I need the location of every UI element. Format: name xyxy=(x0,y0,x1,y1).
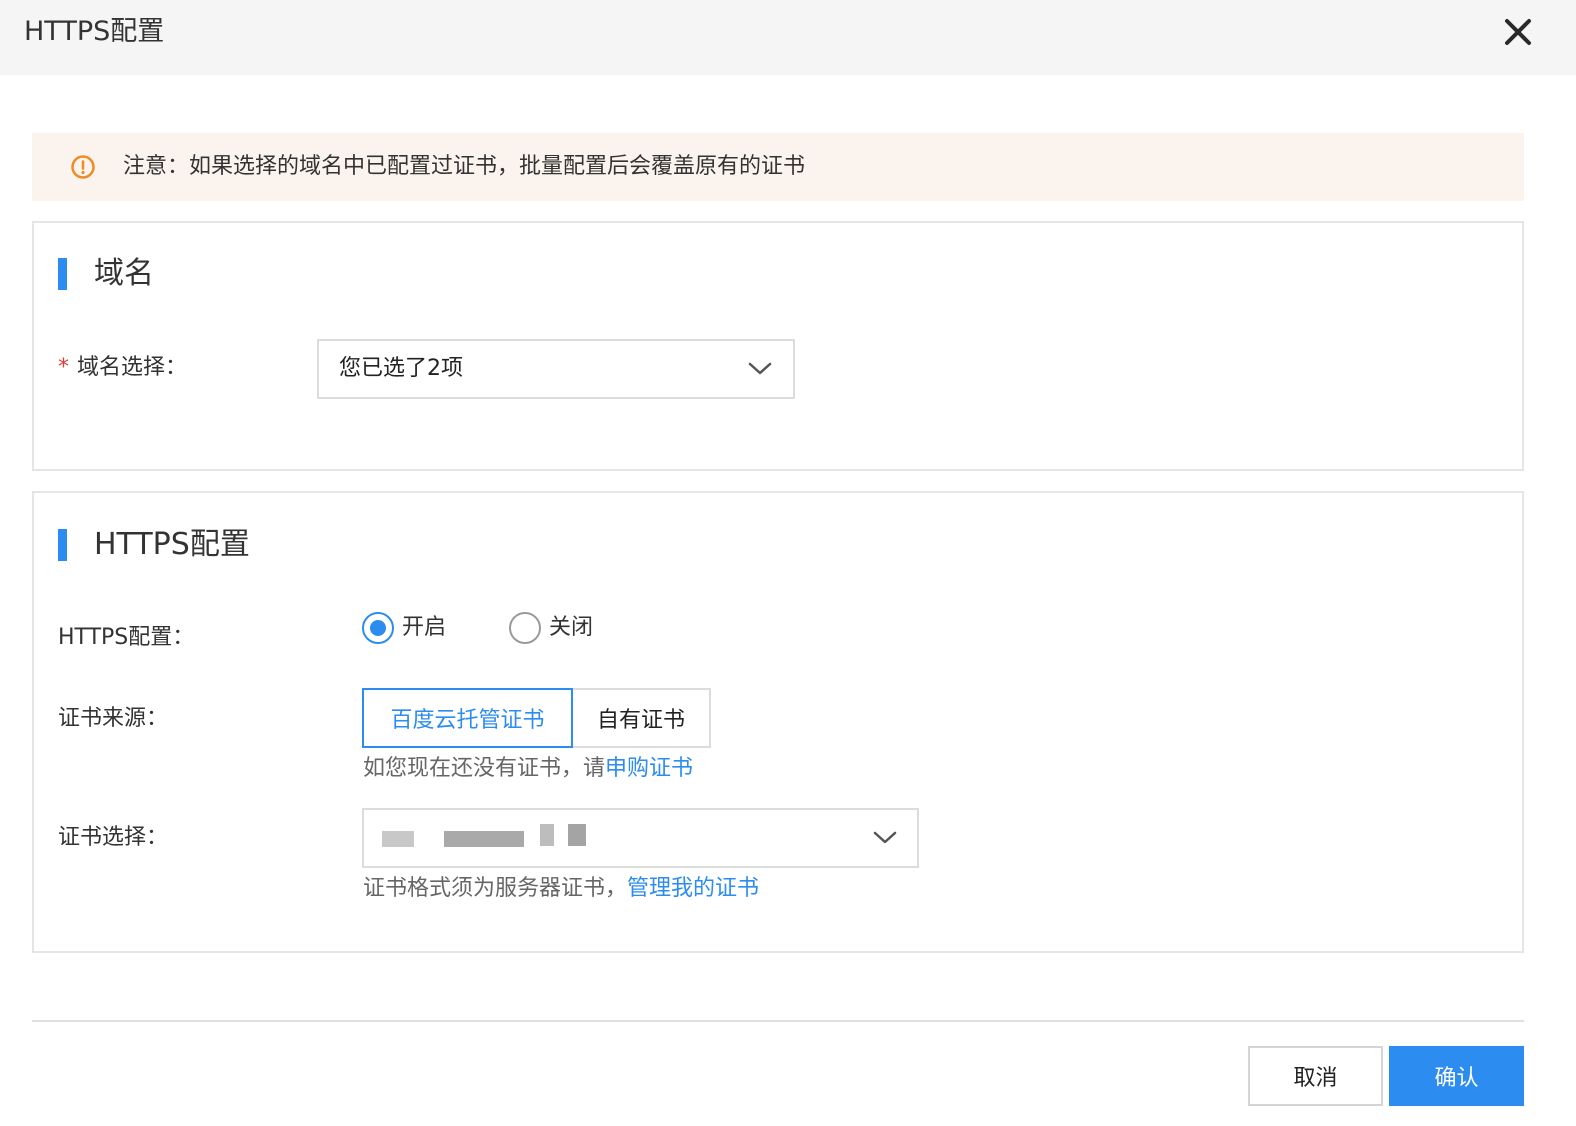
domain-select-label-text: 域名选择： xyxy=(77,355,188,380)
domain-section-title: 域名 xyxy=(94,256,154,291)
cert-select-hint-text: 证书格式须为服务器证书， xyxy=(363,876,628,901)
cert-source-baidu-button[interactable]: 百度云托管证书 xyxy=(362,688,573,748)
confirm-button[interactable]: 确认 xyxy=(1389,1046,1524,1106)
cert-source-hint-text: 如您现在还没有证书，请 xyxy=(363,756,606,781)
domain-select-label: * 域名选择： xyxy=(58,353,187,383)
close-button[interactable] xyxy=(1500,14,1536,50)
radio-https-on[interactable]: 开启 xyxy=(362,612,446,644)
warning-icon xyxy=(71,155,95,179)
dialog-header: HTTPS配置 xyxy=(0,0,1576,75)
notice-text: 注意：如果选择的域名中已配置过证书，批量配置后会覆盖原有的证书 xyxy=(123,154,806,179)
domain-select[interactable]: 您已选了2项 xyxy=(317,339,795,399)
domain-select-value: 您已选了2项 xyxy=(339,356,463,381)
https-section-title: HTTPS配置 xyxy=(94,527,250,562)
cert-source-hint: 如您现在还没有证书，请申购证书 xyxy=(363,754,693,784)
cert-select-label: 证书选择： xyxy=(58,825,169,850)
buy-cert-link[interactable]: 申购证书 xyxy=(605,756,693,781)
https-section: HTTPS配置 HTTPS配置： 开启 关闭 证书来源： 百度云托管证书 自有证… xyxy=(32,491,1524,953)
close-icon xyxy=(1505,19,1531,45)
radio-circle-checked xyxy=(362,612,394,644)
cert-select-hint: 证书格式须为服务器证书，管理我的证书 xyxy=(363,874,759,904)
cert-source-own-button[interactable]: 自有证书 xyxy=(571,688,711,748)
warning-notice: 注意：如果选择的域名中已配置过证书，批量配置后会覆盖原有的证书 xyxy=(32,133,1524,201)
cert-source-label: 证书来源： xyxy=(58,706,169,731)
cert-select[interactable] xyxy=(362,808,919,868)
cancel-button[interactable]: 取消 xyxy=(1248,1046,1383,1106)
section-accent-bar xyxy=(58,529,67,561)
radio-https-off-label: 关闭 xyxy=(549,615,594,640)
chevron-down-icon xyxy=(873,831,897,844)
dialog-title: HTTPS配置 xyxy=(24,16,165,47)
https-config-label: HTTPS配置： xyxy=(58,625,195,650)
radio-https-off[interactable]: 关闭 xyxy=(509,612,593,644)
footer-divider xyxy=(32,1020,1524,1022)
radio-https-on-label: 开启 xyxy=(402,615,447,640)
chevron-down-icon xyxy=(748,362,772,375)
required-mark: * xyxy=(58,355,69,380)
section-accent-bar xyxy=(58,258,67,290)
domain-section: 域名 * 域名选择： 您已选了2项 xyxy=(32,221,1524,471)
manage-certs-link[interactable]: 管理我的证书 xyxy=(627,876,759,901)
radio-circle-unchecked xyxy=(509,612,541,644)
